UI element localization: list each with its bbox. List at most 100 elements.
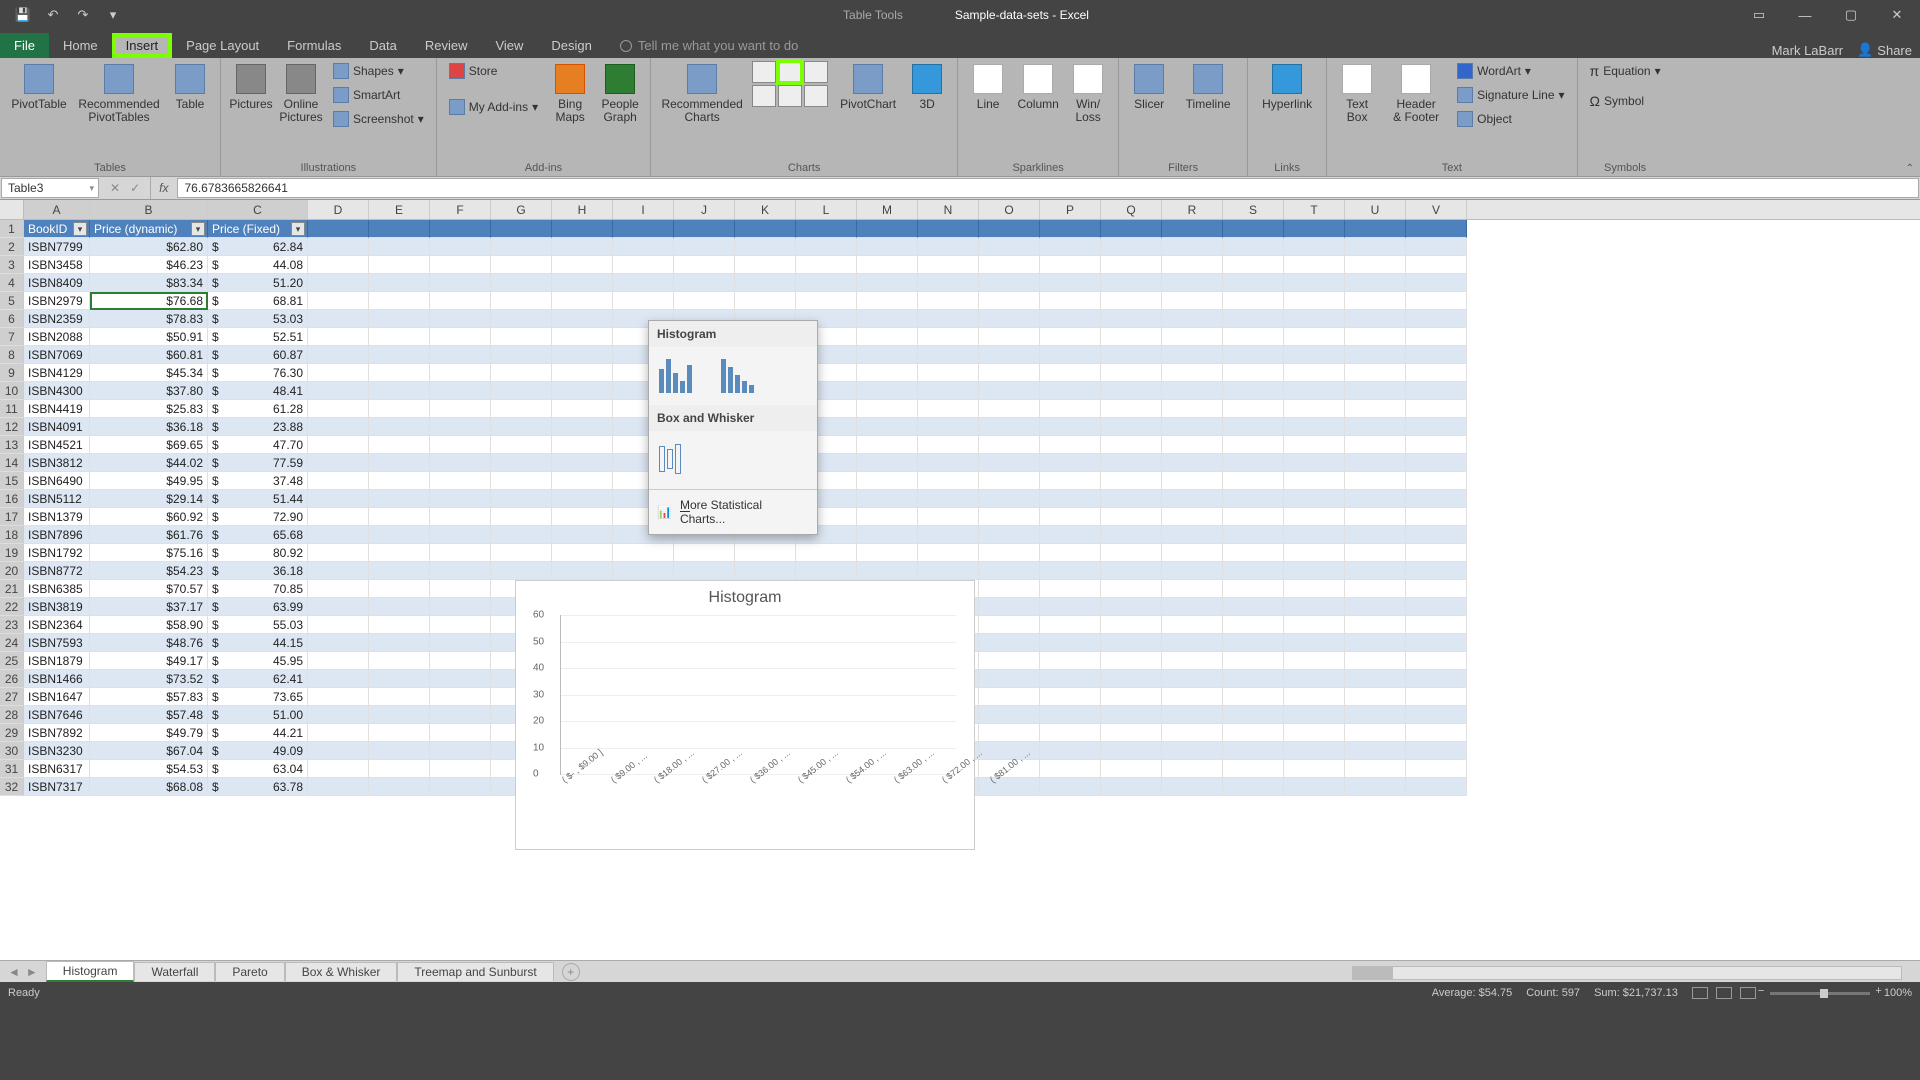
- cell[interactable]: [552, 310, 613, 328]
- filter-dropdown-icon[interactable]: ▾: [73, 222, 87, 236]
- cell[interactable]: [979, 436, 1040, 454]
- cell[interactable]: [1040, 346, 1101, 364]
- cell[interactable]: [857, 436, 918, 454]
- cell[interactable]: [1101, 616, 1162, 634]
- cell[interactable]: [918, 328, 979, 346]
- cell[interactable]: [1223, 274, 1284, 292]
- cell[interactable]: [918, 310, 979, 328]
- cell[interactable]: [979, 418, 1040, 436]
- cell[interactable]: [979, 328, 1040, 346]
- cell[interactable]: $63.78: [208, 778, 308, 796]
- row-header[interactable]: 24: [0, 634, 24, 652]
- cell[interactable]: [979, 346, 1040, 364]
- cell[interactable]: [308, 436, 369, 454]
- row-header[interactable]: 31: [0, 760, 24, 778]
- tab-review[interactable]: Review: [411, 33, 482, 58]
- cell[interactable]: [796, 238, 857, 256]
- tab-page-layout[interactable]: Page Layout: [172, 33, 273, 58]
- col-header[interactable]: C: [208, 200, 308, 219]
- cell[interactable]: [491, 346, 552, 364]
- cell[interactable]: [430, 616, 491, 634]
- row-header[interactable]: 14: [0, 454, 24, 472]
- cell[interactable]: [430, 634, 491, 652]
- cell[interactable]: [1345, 310, 1406, 328]
- cell[interactable]: [1345, 706, 1406, 724]
- cell[interactable]: ISBN1792: [24, 544, 90, 562]
- cell[interactable]: [857, 256, 918, 274]
- 3d-map-button[interactable]: 3D: [905, 60, 949, 111]
- cell[interactable]: [1040, 670, 1101, 688]
- cell[interactable]: [613, 292, 674, 310]
- cell[interactable]: [613, 562, 674, 580]
- minimize-button[interactable]: —: [1782, 0, 1828, 30]
- cell[interactable]: [979, 382, 1040, 400]
- cell[interactable]: $68.08: [90, 778, 208, 796]
- cell[interactable]: [1406, 598, 1467, 616]
- row-header[interactable]: 4: [0, 274, 24, 292]
- cell[interactable]: [674, 220, 735, 238]
- cell[interactable]: [1223, 526, 1284, 544]
- cell[interactable]: [1345, 418, 1406, 436]
- cell[interactable]: [1345, 400, 1406, 418]
- row-header[interactable]: 6: [0, 310, 24, 328]
- row-header[interactable]: 2: [0, 238, 24, 256]
- row-header[interactable]: 12: [0, 418, 24, 436]
- close-button[interactable]: ✕: [1874, 0, 1920, 30]
- cell[interactable]: [857, 490, 918, 508]
- cell[interactable]: [1040, 328, 1101, 346]
- cell[interactable]: [1101, 634, 1162, 652]
- cell[interactable]: $46.23: [90, 256, 208, 274]
- cell[interactable]: ISBN2364: [24, 616, 90, 634]
- tab-formulas[interactable]: Formulas: [273, 33, 355, 58]
- cell[interactable]: [1406, 400, 1467, 418]
- row-header[interactable]: 5: [0, 292, 24, 310]
- cell[interactable]: [1406, 454, 1467, 472]
- cell[interactable]: [1345, 634, 1406, 652]
- cell[interactable]: [1345, 544, 1406, 562]
- tab-data[interactable]: Data: [355, 33, 410, 58]
- cell[interactable]: $76.30: [208, 364, 308, 382]
- cell[interactable]: $62.41: [208, 670, 308, 688]
- cell[interactable]: [491, 220, 552, 238]
- cell[interactable]: [308, 652, 369, 670]
- row-header[interactable]: 13: [0, 436, 24, 454]
- cell[interactable]: [857, 310, 918, 328]
- cell[interactable]: [308, 544, 369, 562]
- cell[interactable]: [796, 256, 857, 274]
- cell[interactable]: [1284, 526, 1345, 544]
- filter-dropdown-icon[interactable]: ▾: [191, 222, 205, 236]
- col-header[interactable]: S: [1223, 200, 1284, 219]
- cell[interactable]: $49.09: [208, 742, 308, 760]
- cell[interactable]: [979, 400, 1040, 418]
- cell[interactable]: [1223, 292, 1284, 310]
- cell[interactable]: [369, 436, 430, 454]
- cell[interactable]: [1040, 220, 1101, 238]
- cell[interactable]: [1406, 274, 1467, 292]
- cell[interactable]: [1284, 742, 1345, 760]
- cell[interactable]: $25.83: [90, 400, 208, 418]
- sparkline-line-button[interactable]: Line: [966, 60, 1010, 111]
- tell-me-search[interactable]: Tell me what you want to do: [606, 33, 812, 58]
- cell[interactable]: [1406, 670, 1467, 688]
- cell[interactable]: $54.23: [90, 562, 208, 580]
- cell[interactable]: [369, 742, 430, 760]
- textbox-button[interactable]: Text Box: [1335, 60, 1379, 124]
- cell[interactable]: $57.83: [90, 688, 208, 706]
- cell[interactable]: [1345, 562, 1406, 580]
- cell[interactable]: [1284, 688, 1345, 706]
- cell[interactable]: [369, 346, 430, 364]
- cell[interactable]: [369, 526, 430, 544]
- cell[interactable]: [1040, 400, 1101, 418]
- col-header[interactable]: K: [735, 200, 796, 219]
- cell[interactable]: ISBN6385: [24, 580, 90, 598]
- cell[interactable]: [1162, 724, 1223, 742]
- cell[interactable]: ISBN7593: [24, 634, 90, 652]
- cell[interactable]: $67.04: [90, 742, 208, 760]
- cell[interactable]: [430, 364, 491, 382]
- cell[interactable]: [369, 310, 430, 328]
- cell[interactable]: [1162, 508, 1223, 526]
- sheet-nav-next[interactable]: ►: [26, 965, 38, 979]
- cell[interactable]: [979, 310, 1040, 328]
- cell[interactable]: [1162, 580, 1223, 598]
- fx-icon[interactable]: fx: [151, 177, 176, 199]
